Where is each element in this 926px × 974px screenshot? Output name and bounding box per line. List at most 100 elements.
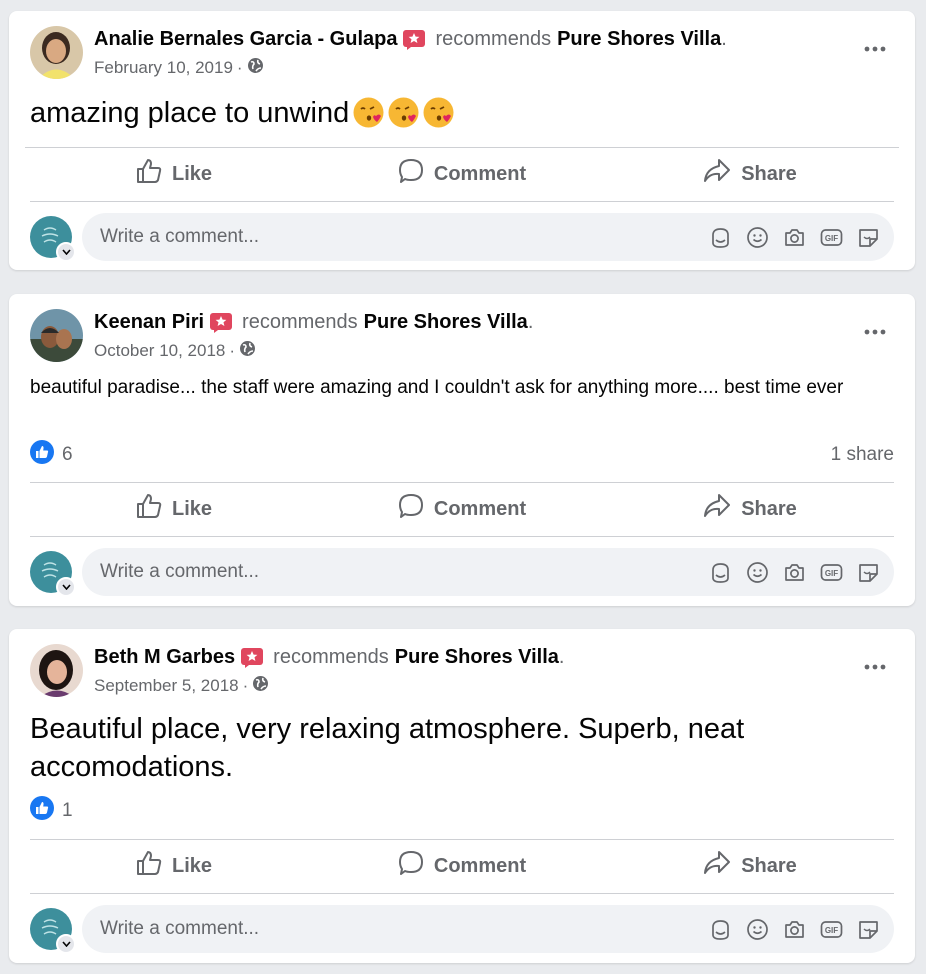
author-avatar[interactable]	[30, 309, 83, 362]
globe-icon	[252, 675, 269, 697]
post-text: amazing place to unwind	[30, 94, 885, 132]
share-icon	[703, 493, 731, 525]
svg-text:GIF: GIF	[825, 234, 838, 243]
share-label: Share	[741, 497, 797, 520]
like-button[interactable]: Like	[30, 158, 318, 190]
more-options-icon[interactable]	[857, 655, 893, 679]
post-header: Beth M Garbes recommends Pure Shores Vil…	[94, 646, 564, 669]
post-date[interactable]: September 5, 2018	[94, 676, 239, 696]
camera-icon[interactable]	[783, 561, 806, 584]
comment-input[interactable]	[98, 225, 709, 249]
recommend-icon	[403, 29, 426, 50]
sticker-icon[interactable]	[857, 561, 880, 584]
page-name[interactable]: Pure Shores Villa	[557, 28, 721, 51]
comment-input[interactable]	[98, 560, 709, 584]
action-bar: Like Comment Share	[30, 483, 894, 535]
comment-button[interactable]: Comment	[318, 850, 606, 882]
emoji-icon[interactable]	[746, 226, 769, 249]
share-button[interactable]: Share	[606, 493, 894, 525]
comment-row: GIF	[30, 548, 894, 597]
avatar-sticker-icon[interactable]	[709, 918, 732, 941]
period: .	[721, 28, 727, 50]
divider	[30, 536, 894, 537]
comment-box: GIF	[82, 213, 894, 261]
action-bar: Like Comment Share	[30, 840, 894, 892]
like-reaction-icon	[30, 796, 54, 826]
recommend-icon	[241, 647, 264, 668]
camera-icon[interactable]	[783, 226, 806, 249]
share-count[interactable]: 1 share	[831, 444, 894, 466]
author-name[interactable]: Analie Bernales Garcia - Gulapa	[94, 28, 397, 51]
separator: ·	[242, 676, 249, 695]
author-name[interactable]: Keenan Piri	[94, 311, 204, 334]
thumbs-up-icon	[136, 850, 162, 882]
like-label: Like	[171, 854, 213, 877]
reaction-count-group[interactable]: 1	[30, 796, 73, 826]
post-date[interactable]: October 10, 2018	[94, 341, 225, 361]
sticker-icon[interactable]	[857, 226, 880, 249]
author-name[interactable]: Beth M Garbes	[94, 646, 235, 669]
reaction-count-group[interactable]: 6	[30, 440, 73, 470]
more-options-icon[interactable]	[857, 320, 893, 344]
share-button[interactable]: Share	[606, 850, 894, 882]
reaction-summary: 1	[30, 796, 894, 826]
current-user-avatar[interactable]	[30, 216, 76, 262]
recommend-icon	[210, 312, 233, 333]
gif-icon[interactable]: GIF	[820, 226, 843, 249]
chevron-down-icon[interactable]	[56, 934, 76, 954]
post-card: Keenan Piri recommends Pure Shores Villa…	[9, 294, 915, 606]
share-label: Share	[741, 162, 797, 185]
current-user-avatar[interactable]	[30, 908, 76, 954]
share-label: Share	[741, 854, 797, 877]
recommends-text: recommends	[273, 646, 389, 668]
comment-row: GIF	[30, 905, 894, 954]
divider	[30, 893, 894, 894]
like-label: Like	[171, 497, 213, 520]
comment-icon	[398, 850, 424, 882]
reaction-count: 6	[62, 444, 73, 465]
like-button[interactable]: Like	[30, 850, 318, 882]
post-header: Keenan Piri recommends Pure Shores Villa…	[94, 311, 533, 334]
post-text: beautiful paradise... the staff were ama…	[30, 377, 844, 398]
current-user-avatar[interactable]	[30, 551, 76, 597]
post-header: Analie Bernales Garcia - Gulapa recommen…	[94, 28, 727, 51]
comment-tools: GIF	[709, 226, 880, 249]
post-meta: September 5, 2018 ·	[94, 675, 269, 697]
gif-icon[interactable]: GIF	[820, 918, 843, 941]
comment-row: GIF	[30, 213, 894, 262]
post-date[interactable]: February 10, 2019	[94, 58, 233, 78]
page-name[interactable]: Pure Shores Villa	[364, 311, 528, 334]
page-name[interactable]: Pure Shores Villa	[395, 646, 559, 669]
reaction-summary: 6 1 share	[30, 440, 894, 470]
comment-button[interactable]: Comment	[318, 493, 606, 525]
sticker-icon[interactable]	[857, 918, 880, 941]
emoji-icon[interactable]	[746, 918, 769, 941]
more-options-icon[interactable]	[857, 37, 893, 61]
comment-tools: GIF	[709, 561, 880, 584]
like-button[interactable]: Like	[30, 493, 318, 525]
comment-label: Comment	[433, 162, 527, 185]
chevron-down-icon[interactable]	[56, 577, 76, 597]
share-button[interactable]: Share	[606, 158, 894, 190]
post-card: Beth M Garbes recommends Pure Shores Vil…	[9, 629, 915, 963]
post-meta: October 10, 2018 ·	[94, 340, 256, 362]
author-avatar[interactable]	[30, 26, 83, 79]
separator: ·	[236, 58, 243, 77]
like-label: Like	[171, 162, 213, 185]
avatar-sticker-icon[interactable]	[709, 561, 732, 584]
gif-icon[interactable]: GIF	[820, 561, 843, 584]
svg-text:GIF: GIF	[825, 926, 838, 935]
comment-button[interactable]: Comment	[318, 158, 606, 190]
kissing-emoji-icon	[349, 97, 454, 129]
camera-icon[interactable]	[783, 918, 806, 941]
reaction-count: 1	[62, 800, 73, 821]
post-card: Analie Bernales Garcia - Gulapa recommen…	[9, 11, 915, 270]
comment-label: Comment	[433, 854, 527, 877]
avatar-sticker-icon[interactable]	[709, 226, 732, 249]
comment-input[interactable]	[98, 917, 709, 941]
author-avatar[interactable]	[30, 644, 83, 697]
chevron-down-icon[interactable]	[56, 242, 76, 262]
emoji-icon[interactable]	[746, 561, 769, 584]
divider	[30, 201, 894, 202]
separator: ·	[229, 341, 236, 360]
